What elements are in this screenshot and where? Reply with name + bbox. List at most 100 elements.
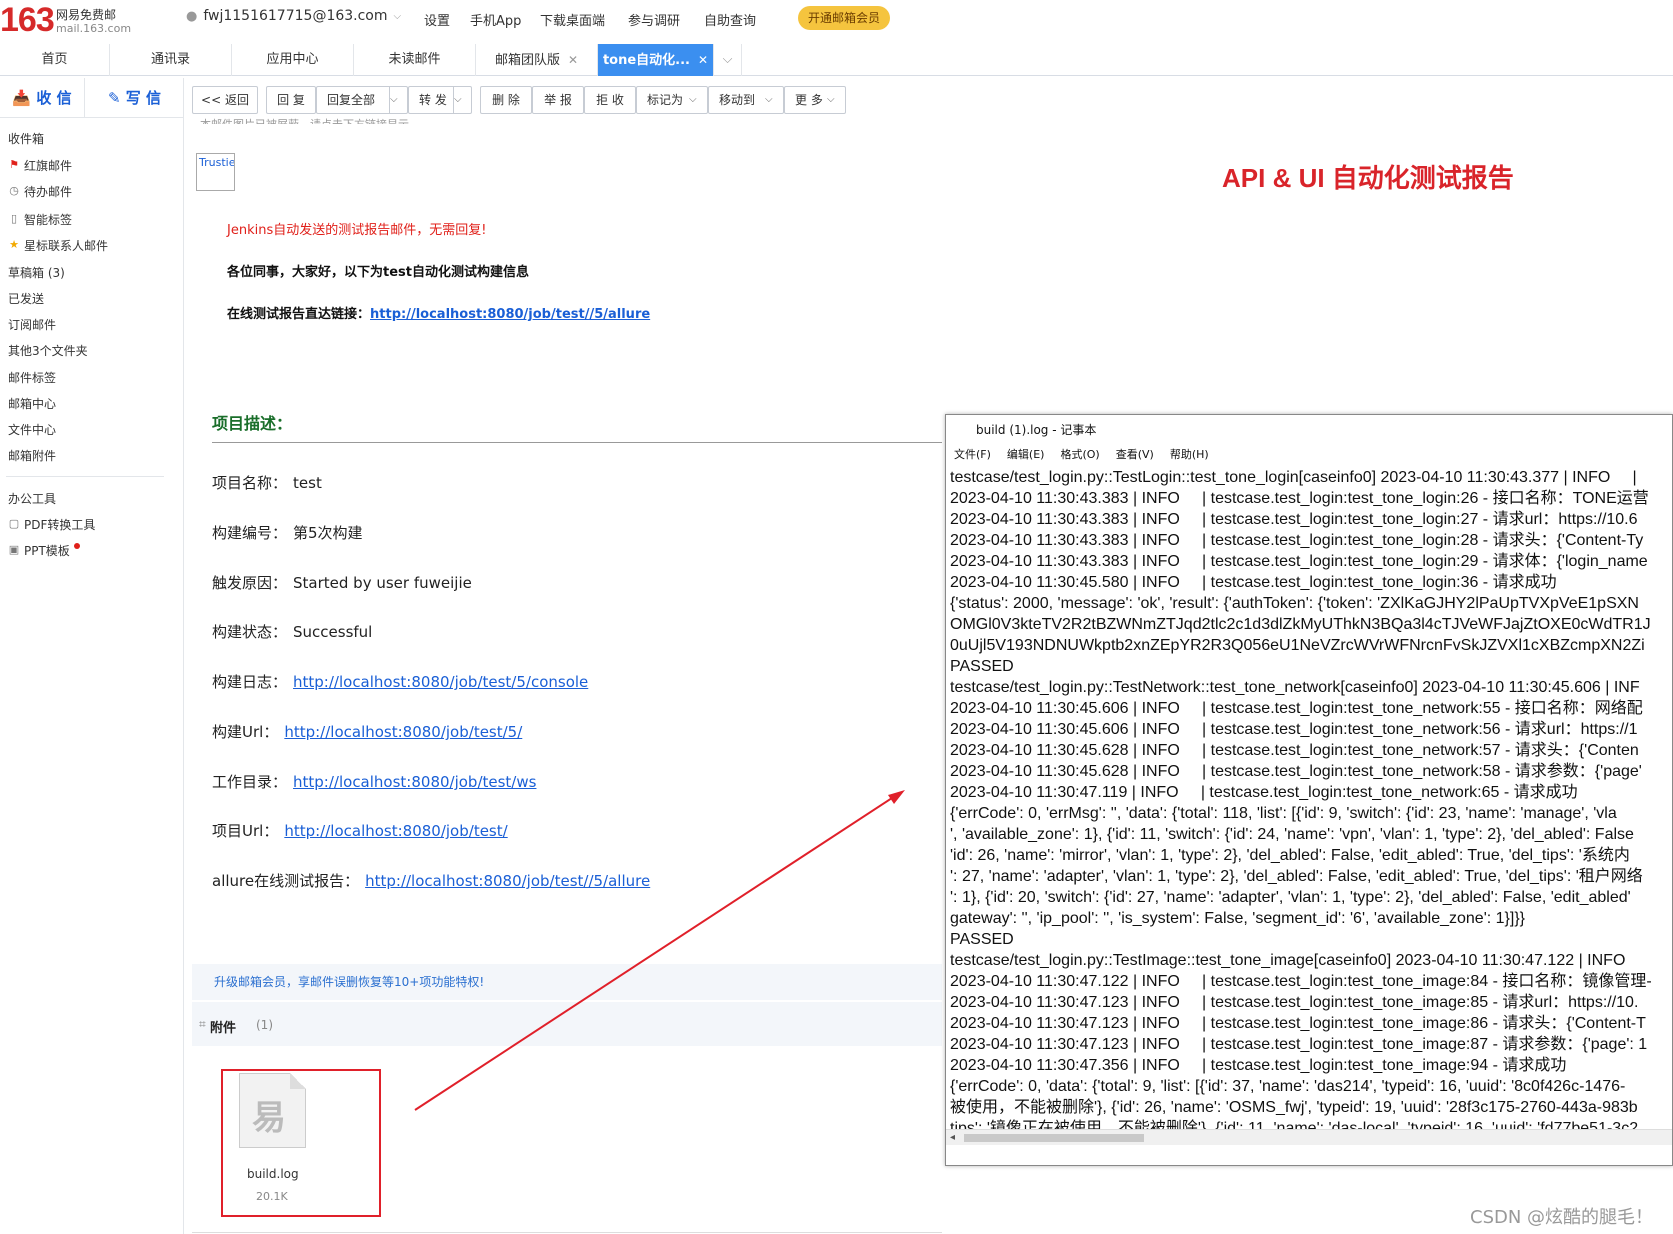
nav-survey[interactable]: 参与调研 xyxy=(628,10,680,29)
sidebar-item-flagged[interactable]: ⚑ 红旗邮件 xyxy=(8,155,72,175)
sidebar-item-attachments[interactable]: 邮箱附件 xyxy=(8,445,56,465)
info-field-row: 触发原因： Started by user fuweijie xyxy=(212,572,472,593)
sidebar-item-pdf-tool[interactable]: ▢ PDF转换工具 xyxy=(8,514,96,534)
chevron-down-icon[interactable]: ⌵ xyxy=(689,87,707,113)
info-field-row: 项目名称： test xyxy=(212,472,322,493)
reject-button[interactable]: 拒 收 xyxy=(584,86,636,114)
user-icon: ● xyxy=(186,8,198,24)
folder-label: 待办邮件 xyxy=(24,184,73,199)
info-field-link[interactable]: http://localhost:8080/job/test/5/console xyxy=(293,673,588,691)
horizontal-scrollbar[interactable]: ◂ xyxy=(946,1129,1672,1146)
chevron-down-icon[interactable]: ⌵ xyxy=(389,87,407,113)
move-to-button[interactable]: 移动到 ⌵ xyxy=(708,86,784,114)
sidebar-item-other-folders[interactable]: 其他3个文件夹 xyxy=(8,340,88,360)
forward-label: 转 发 xyxy=(419,93,447,107)
tab-contacts[interactable]: 通讯录 xyxy=(110,44,232,76)
menu-format[interactable]: 格式(O) xyxy=(1060,445,1099,465)
scroll-left-icon[interactable]: ◂ xyxy=(950,1130,955,1146)
sidebar-item-smart-tags[interactable]: ▯ 智能标签 xyxy=(8,209,72,229)
log-line: {'status': 2000, 'message': 'ok', 'resul… xyxy=(950,595,1639,612)
file-icon[interactable]: 易 xyxy=(239,1073,306,1148)
nav-settings[interactable]: 设置 xyxy=(424,10,450,29)
log-line: 被使用，不能被删除'}, {'id': 26, 'name': 'OSMS_fw… xyxy=(950,1099,1638,1116)
close-icon[interactable]: ✕ xyxy=(698,53,708,67)
nav-mobile-app[interactable]: 手机App xyxy=(470,10,521,29)
forward-button[interactable]: 转 发 ⌵ xyxy=(408,86,472,114)
reply-all-label: 回复全部 xyxy=(327,93,376,107)
chevron-down-icon[interactable]: ⌵ xyxy=(827,87,845,113)
online-report-link[interactable]: http://localhost:8080/job/test//5/allure xyxy=(370,307,650,322)
menu-file[interactable]: 文件(F) xyxy=(954,445,991,465)
sidebar-item-mail-tags[interactable]: 邮件标签 xyxy=(8,367,56,387)
info-field-value: 第5次构建 xyxy=(293,524,363,542)
tab-unread[interactable]: 未读邮件 xyxy=(354,44,476,76)
upgrade-note[interactable]: 升级邮箱会员，享邮件误删恢复等10+项功能特权! xyxy=(192,964,942,1000)
mark-as-label: 标记为 xyxy=(647,93,684,107)
info-field-link[interactable]: http://localhost:8080/job/test/ xyxy=(284,822,507,840)
info-field-label: allure在线测试报告： xyxy=(212,872,360,890)
log-line: {'errCode': 0, 'data': {'total': 9, 'lis… xyxy=(950,1078,1626,1095)
log-line: 'id': 26, 'name': 'mirror', 'vlan': 1, '… xyxy=(950,847,1630,864)
nav-self-service[interactable]: 自助查询 xyxy=(704,10,756,29)
menu-edit[interactable]: 编辑(E) xyxy=(1007,445,1045,465)
reply-button[interactable]: 回 复 xyxy=(266,86,316,114)
notepad-window[interactable]: build (1).log - 记事本 文件(F) 编辑(E) 格式(O) 查看… xyxy=(945,414,1673,1166)
log-line: 2023-04-10 11:30:45.628 | INFO | testcas… xyxy=(950,763,1642,780)
chevron-down-icon[interactable]: ⌵ xyxy=(453,87,471,113)
folder-label: 星标联系人邮件 xyxy=(24,238,109,253)
info-field-label: 项目名称： xyxy=(212,474,288,492)
mark-as-button[interactable]: 标记为 ⌵ xyxy=(636,86,708,114)
log-line: 2023-04-10 11:30:45.580 | INFO | testcas… xyxy=(950,574,1557,591)
attachment-file-name[interactable]: build.log xyxy=(247,1167,299,1181)
sidebar-item-subscriptions[interactable]: 订阅邮件 xyxy=(8,314,56,334)
tab-home[interactable]: 首页 xyxy=(0,44,110,76)
sidebar-item-drafts[interactable]: 草稿箱 (3) xyxy=(8,262,65,282)
more-button[interactable]: 更 多 ⌵ xyxy=(784,86,846,114)
report-spam-button[interactable]: 举 报 xyxy=(532,86,584,114)
reply-all-button[interactable]: 回复全部 ⌵ xyxy=(316,86,408,114)
log-line: ': 1}, {'id': 20, 'switch': {'id': 27, '… xyxy=(950,889,1631,906)
info-field-link[interactable]: http://localhost:8080/job/test/5/ xyxy=(284,723,522,741)
notification-dot-icon xyxy=(73,543,80,549)
receive-label: 收 信 xyxy=(36,89,72,107)
log-line: {'errCode': 0, 'errMsg': '', 'data': {'t… xyxy=(950,805,1617,822)
tab-overflow-button[interactable]: ⌵ xyxy=(714,44,742,76)
chevron-down-icon[interactable]: ⌵ xyxy=(765,87,783,113)
notepad-menu-bar: 文件(F) 编辑(E) 格式(O) 查看(V) 帮助(H) xyxy=(946,445,1672,465)
log-line: 2023-04-10 11:30:43.383 | INFO | testcas… xyxy=(950,553,1648,570)
write-button[interactable]: ✎ 写 信 xyxy=(84,78,184,118)
receive-button[interactable]: 📥 收 信 xyxy=(0,78,84,118)
tab-app-center[interactable]: 应用中心 xyxy=(232,44,354,76)
logo[interactable]: 163 xyxy=(0,0,55,40)
info-field-row: 构建日志： http://localhost:8080/job/test/5/co… xyxy=(212,671,588,692)
tab-team-edition[interactable]: 邮箱团队版 ✕ xyxy=(476,44,598,76)
chevron-down-icon: ⌵ xyxy=(722,52,733,67)
folder-label: PDF转换工具 xyxy=(24,517,96,532)
sidebar-item-sent[interactable]: 已发送 xyxy=(8,288,44,308)
notepad-text-area[interactable]: testcase/test_login.py::TestLogin::test_… xyxy=(950,467,1672,1132)
back-button[interactable]: << 返回 xyxy=(192,86,258,114)
sidebar-item-file-center[interactable]: 文件中心 xyxy=(8,419,56,439)
sidebar-item-ppt-template[interactable]: ▣ PPT模板 xyxy=(8,540,80,560)
info-field-value: Started by user fuweijie xyxy=(293,574,472,592)
notepad-title: build (1).log - 记事本 xyxy=(946,415,1672,445)
info-field-link[interactable]: http://localhost:8080/job/test/ws xyxy=(293,773,536,791)
sidebar-item-todo[interactable]: ◷ 待办邮件 xyxy=(8,181,72,201)
close-icon[interactable]: ✕ xyxy=(568,53,578,67)
tab-label: 邮箱团队版 xyxy=(494,53,560,68)
sidebar-item-mail-center[interactable]: 邮箱中心 xyxy=(8,393,56,413)
sidebar-item-inbox[interactable]: 收件箱 xyxy=(8,128,44,148)
vip-button[interactable]: 开通邮箱会员 xyxy=(798,6,891,30)
delete-button[interactable]: 删 除 xyxy=(480,86,532,114)
account-menu[interactable]: ● fwj1151617715@163.com ⌵ xyxy=(186,8,401,24)
chevron-down-icon: ⌵ xyxy=(393,10,402,22)
tab-current-email[interactable]: tone自动化... ✕ xyxy=(598,44,714,76)
more-label: 更 多 xyxy=(795,93,823,107)
info-field-link[interactable]: http://localhost:8080/job/test//5/allure xyxy=(365,872,650,890)
tab-label: tone自动化... xyxy=(602,53,690,68)
sidebar-item-starred[interactable]: ★ 星标联系人邮件 xyxy=(8,235,108,255)
menu-view[interactable]: 查看(V) xyxy=(1116,445,1154,465)
menu-help[interactable]: 帮助(H) xyxy=(1170,445,1209,465)
scrollbar-thumb[interactable] xyxy=(964,1134,1144,1142)
nav-desktop[interactable]: 下载桌面端 xyxy=(540,10,605,29)
